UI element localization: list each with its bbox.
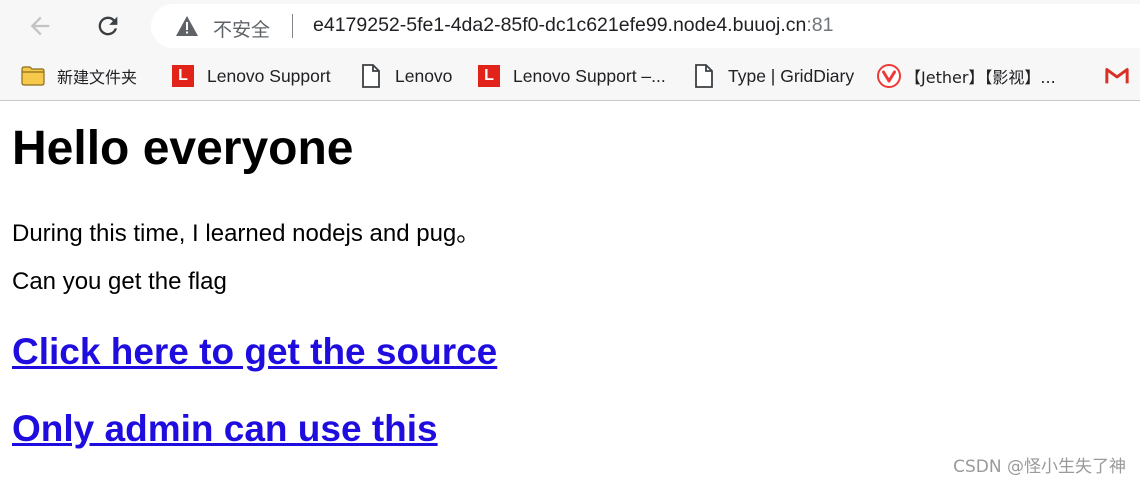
page-heading: Hello everyone bbox=[12, 122, 354, 175]
bookmark-folder[interactable]: 新建文件夹 bbox=[21, 62, 137, 90]
folder-icon bbox=[21, 64, 45, 88]
lenovo-icon: L bbox=[171, 64, 195, 88]
bookmark-lenovo[interactable]: Lenovo bbox=[359, 62, 452, 90]
bookmark-label: Type | GridDiary bbox=[728, 65, 855, 86]
bookmark-lenovo-support[interactable]: L Lenovo Support bbox=[171, 62, 331, 90]
csdn-watermark: CSDN @怪小生失了神 bbox=[953, 457, 1126, 477]
bookmark-label: Lenovo Support bbox=[207, 65, 331, 86]
bookmark-lenovo-support-2[interactable]: L Lenovo Support –... bbox=[477, 62, 666, 90]
url-text[interactable]: e4179252-5fe1-4da2-85f0-dc1c621efe99.nod… bbox=[313, 14, 833, 37]
omnibox-divider bbox=[292, 14, 293, 38]
bookmark-label: 【Jether】【影视】... bbox=[905, 68, 1056, 87]
bookmark-gmail[interactable] bbox=[1105, 62, 1140, 90]
bookmark-label: Lenovo bbox=[395, 65, 453, 86]
source-link[interactable]: Click here to get the source bbox=[12, 331, 497, 373]
warning-icon[interactable] bbox=[175, 15, 199, 37]
browser-toolbar: 不安全 e4179252-5fe1-4da2-85f0-dc1c621efe99… bbox=[0, 0, 1140, 52]
page-icon bbox=[359, 64, 383, 88]
security-status-label[interactable]: 不安全 bbox=[213, 15, 270, 42]
url-host: e4179252-5fe1-4da2-85f0-dc1c621efe99.nod… bbox=[313, 14, 807, 36]
bookmark-griddiary[interactable]: Type | GridDiary bbox=[692, 62, 854, 90]
flag-paragraph: Can you get the flag bbox=[12, 268, 227, 295]
arrow-left-icon bbox=[30, 16, 50, 36]
intro-paragraph: During this time, I learned nodejs and p… bbox=[12, 220, 481, 247]
url-port: :81 bbox=[806, 14, 834, 36]
bookmark-jether[interactable]: 【Jether】【影视】... bbox=[877, 62, 1056, 90]
admin-link[interactable]: Only admin can use this bbox=[12, 408, 438, 450]
vivaldi-icon bbox=[877, 64, 901, 88]
gmail-icon bbox=[1105, 64, 1129, 88]
page-icon bbox=[692, 64, 716, 88]
reload-button[interactable] bbox=[90, 8, 126, 44]
back-button[interactable] bbox=[22, 8, 58, 44]
address-bar[interactable]: 不安全 e4179252-5fe1-4da2-85f0-dc1c621efe99… bbox=[151, 4, 1140, 48]
bookmark-label: Lenovo Support –... bbox=[513, 65, 666, 86]
bookmarks-bar: 新建文件夹 L Lenovo Support Lenovo L Lenovo S… bbox=[0, 52, 1140, 101]
bookmark-label: 新建文件夹 bbox=[57, 68, 138, 87]
lenovo-icon: L bbox=[477, 64, 501, 88]
reload-icon bbox=[98, 16, 118, 36]
